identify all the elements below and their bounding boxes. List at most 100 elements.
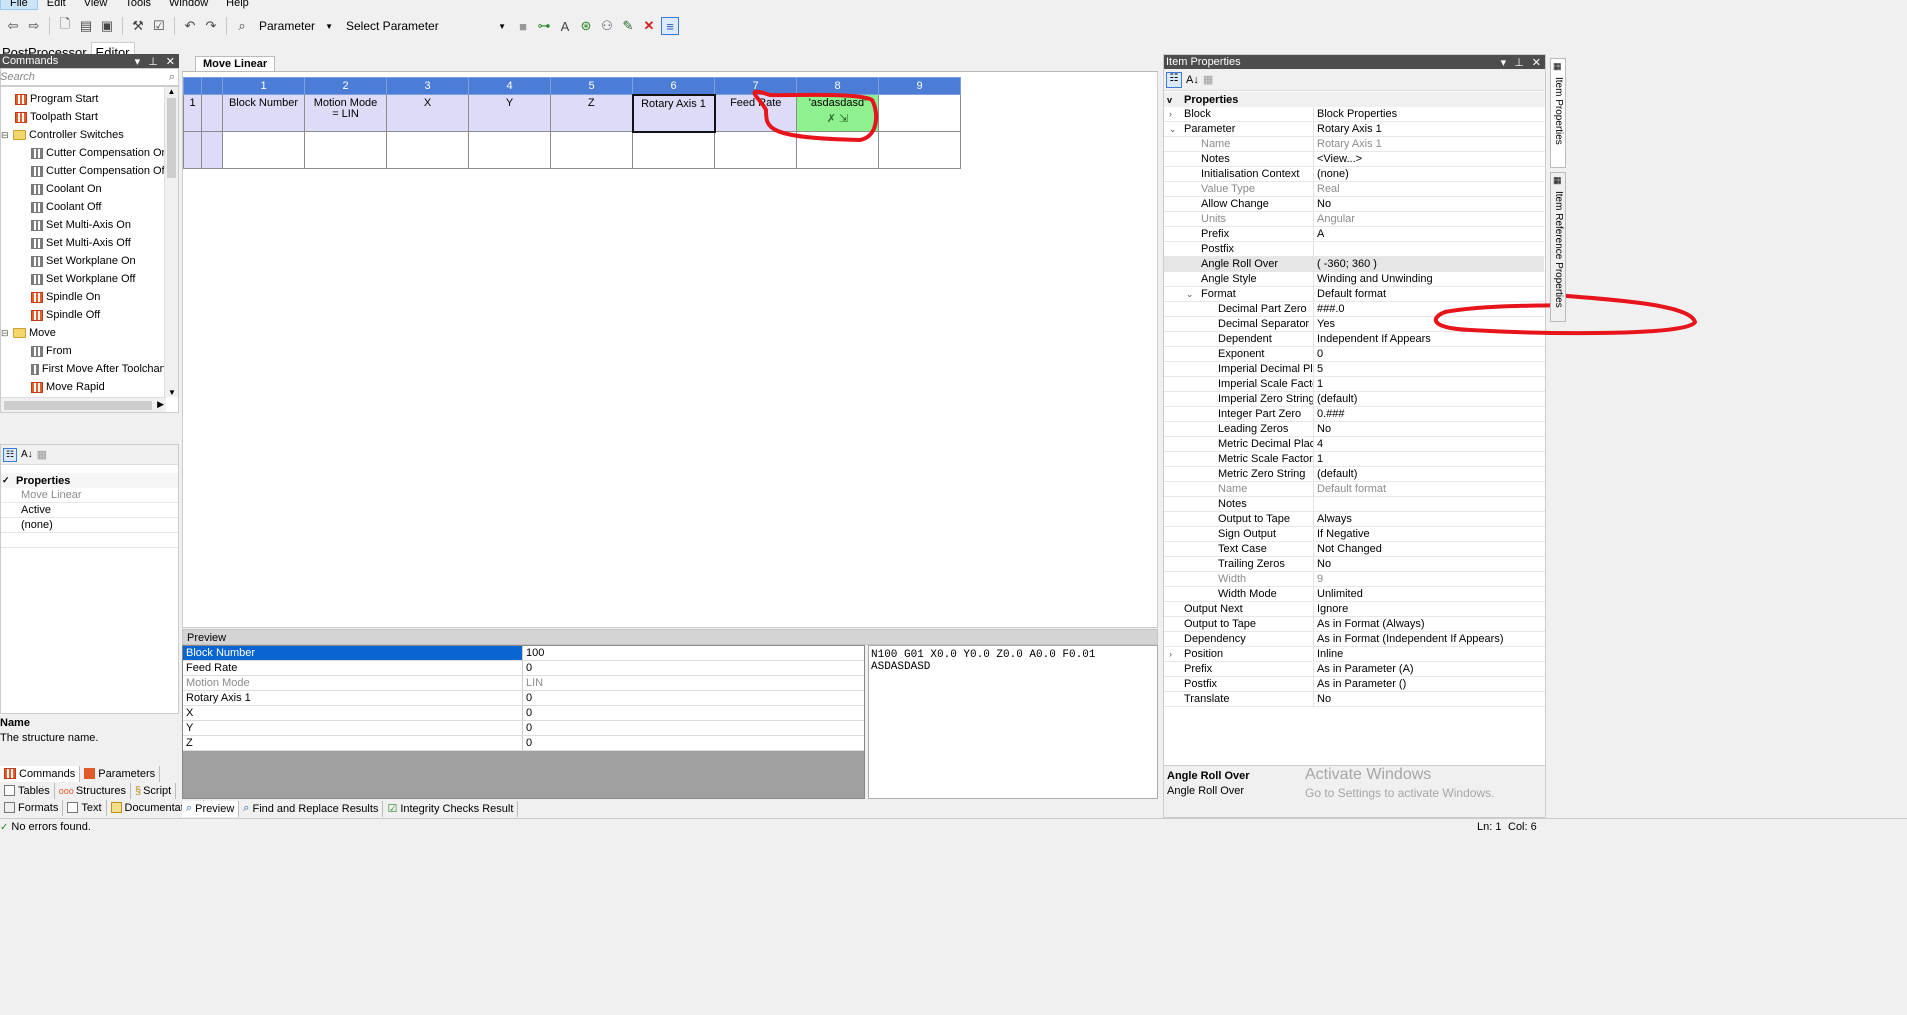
- block-icon[interactable]: ■: [514, 17, 532, 35]
- grid-cell-empty[interactable]: [222, 131, 305, 169]
- save-icon[interactable]: ▣: [98, 17, 116, 35]
- grid-cell[interactable]: X: [386, 94, 469, 132]
- item-property-row[interactable]: Allow Change No: [1164, 196, 1545, 212]
- tree-item[interactable]: Cutter Compensation On: [1, 144, 178, 162]
- tree-item[interactable]: Cutter Compensation Off: [1, 162, 178, 180]
- tab-find-replace[interactable]: ⌕ Find and Replace Results: [239, 800, 384, 817]
- edit-icon[interactable]: ✎: [619, 17, 637, 35]
- property-pages-icon[interactable]: ▦: [1203, 73, 1213, 86]
- new-icon[interactable]: 🗋: [56, 16, 74, 35]
- column-header[interactable]: 2: [304, 77, 387, 95]
- collapse-icon[interactable]: ⌄: [1186, 289, 1194, 300]
- item-property-row[interactable]: Width 9: [1164, 571, 1545, 587]
- item-property-row[interactable]: Integer Part Zero 0.###: [1164, 406, 1545, 422]
- property-row[interactable]: S Active: [1, 503, 178, 518]
- property-row[interactable]: S (none): [1, 518, 178, 533]
- menu-edit[interactable]: Edit: [38, 0, 75, 9]
- item-property-row[interactable]: Width Mode Unlimited: [1164, 586, 1545, 602]
- hscroll-thumb[interactable]: [4, 401, 152, 410]
- tab-structures[interactable]: ooo Structures: [55, 782, 131, 799]
- menu-view[interactable]: View: [75, 0, 117, 9]
- item-property-row[interactable]: Metric Decimal Places4: [1164, 436, 1545, 452]
- item-property-row[interactable]: Value Type Real: [1164, 181, 1545, 197]
- property-row[interactable]: N: [1, 533, 178, 548]
- item-property-row[interactable]: › Position Inline: [1164, 646, 1545, 662]
- grid-cell[interactable]: Motion Mode = LIN: [304, 94, 387, 132]
- item-property-row[interactable]: Name Rotary Axis 1: [1164, 136, 1545, 152]
- grid-cell-empty[interactable]: [878, 131, 961, 169]
- tree-item[interactable]: First Move After Toolchange: [1, 360, 178, 378]
- redo-icon[interactable]: ↷: [202, 17, 220, 35]
- find-icon[interactable]: ⌕: [233, 17, 251, 35]
- tab-commands[interactable]: Commands: [0, 765, 81, 782]
- expand-icon[interactable]: ›: [1169, 649, 1172, 659]
- open-icon[interactable]: ▤: [77, 17, 95, 35]
- menu-help[interactable]: Help: [217, 0, 258, 9]
- tree-item[interactable]: Spindle Off: [1, 306, 178, 324]
- item-property-row[interactable]: Translate No: [1164, 691, 1545, 707]
- tree-item[interactable]: Coolant Off: [1, 198, 178, 216]
- grid-cell[interactable]: Feed Rate: [714, 94, 797, 132]
- item-property-row[interactable]: Notes: [1164, 496, 1545, 512]
- properties-icon[interactable]: ≡: [661, 17, 679, 35]
- item-property-row[interactable]: Angle Style Winding and Unwinding: [1164, 271, 1545, 287]
- item-property-row[interactable]: Postfix: [1164, 241, 1545, 257]
- grid-cell-empty[interactable]: [632, 131, 715, 169]
- item-property-row[interactable]: Name Default format: [1164, 481, 1545, 497]
- grid-cell-empty[interactable]: [550, 131, 633, 169]
- pin-dropdown-icon[interactable]: ▾: [1501, 56, 1507, 69]
- tree-hscrollbar[interactable]: ▶: [1, 397, 166, 412]
- tree-vscrollbar[interactable]: ▲ ▼: [164, 87, 178, 397]
- grid-cell[interactable]: Z: [550, 94, 633, 132]
- check-icon[interactable]: ☑: [150, 17, 168, 35]
- back-icon[interactable]: ⇦: [4, 17, 22, 35]
- item-property-row[interactable]: Decimal Separator Yes: [1164, 316, 1545, 332]
- tree-item[interactable]: ⊟ Controller Switches: [1, 126, 178, 144]
- item-property-row[interactable]: Prefix A: [1164, 226, 1545, 242]
- tab-tables[interactable]: Tables: [0, 782, 55, 799]
- categorized-icon[interactable]: ☷: [3, 447, 17, 462]
- insert-parameter-icon[interactable]: ⊶: [535, 17, 553, 35]
- scroll-right-icon[interactable]: ▶: [157, 399, 164, 410]
- tree-item[interactable]: ⊟ Move: [1, 324, 178, 342]
- scroll-thumb[interactable]: [167, 98, 176, 178]
- tree-item[interactable]: Toolpath Start: [1, 108, 178, 126]
- alphabetical-icon[interactable]: A↓: [1186, 74, 1199, 86]
- collapse-icon[interactable]: ⌄: [1169, 124, 1177, 135]
- item-property-row[interactable]: Angle Roll Over( -360; 360 ): [1164, 256, 1545, 272]
- item-property-row[interactable]: Postfix As in Parameter (): [1164, 676, 1545, 692]
- item-property-row[interactable]: Output to Tape Always: [1164, 511, 1545, 527]
- column-header[interactable]: 3: [386, 77, 469, 95]
- item-property-row[interactable]: Trailing Zeros No: [1164, 556, 1545, 572]
- item-property-row[interactable]: Imperial Decimal Places5: [1164, 361, 1545, 377]
- tab-move-linear[interactable]: Move Linear: [195, 56, 276, 71]
- item-property-row[interactable]: Prefix As in Parameter (A): [1164, 661, 1545, 677]
- grid-cell-empty[interactable]: [386, 131, 469, 169]
- grid-cell-empty[interactable]: [468, 131, 551, 169]
- close-icon[interactable]: ✕: [166, 55, 175, 68]
- grid-cell[interactable]: Y: [468, 94, 551, 132]
- column-header[interactable]: 8: [796, 77, 879, 95]
- item-property-row[interactable]: Exponent 0: [1164, 346, 1545, 362]
- column-header[interactable]: 4: [468, 77, 551, 95]
- preview-row[interactable]: Block Number 100: [183, 646, 864, 661]
- column-header[interactable]: 6: [632, 77, 715, 95]
- item-property-row[interactable]: Text Case Not Changed: [1164, 541, 1545, 557]
- tree-item[interactable]: Coolant On: [1, 180, 178, 198]
- item-property-row[interactable]: Metric Zero String (default): [1164, 466, 1545, 482]
- column-header[interactable]: 5: [550, 77, 633, 95]
- item-property-row[interactable]: Decimal Part Zero ###.0: [1164, 301, 1545, 317]
- item-property-row[interactable]: Imperial Zero String (default): [1164, 391, 1545, 407]
- expand-icon[interactable]: ⊟: [1, 328, 11, 339]
- preview-row[interactable]: Z0: [183, 736, 864, 751]
- structure-icon[interactable]: ⚇: [598, 17, 616, 35]
- wrench-icon[interactable]: ⚒: [129, 17, 147, 35]
- forward-icon[interactable]: ⇨: [25, 17, 43, 35]
- close-icon[interactable]: ✕: [1532, 56, 1541, 69]
- item-property-row[interactable]: Notes <View...>: [1164, 151, 1545, 167]
- preview-row[interactable]: Rotary Axis 10: [183, 691, 864, 706]
- alphabetical-icon[interactable]: A↓: [21, 449, 33, 460]
- column-header[interactable]: 1: [222, 77, 305, 95]
- item-property-row[interactable]: Leading Zeros No: [1164, 421, 1545, 437]
- grid-cell[interactable]: Rotary Axis 1: [631, 93, 716, 133]
